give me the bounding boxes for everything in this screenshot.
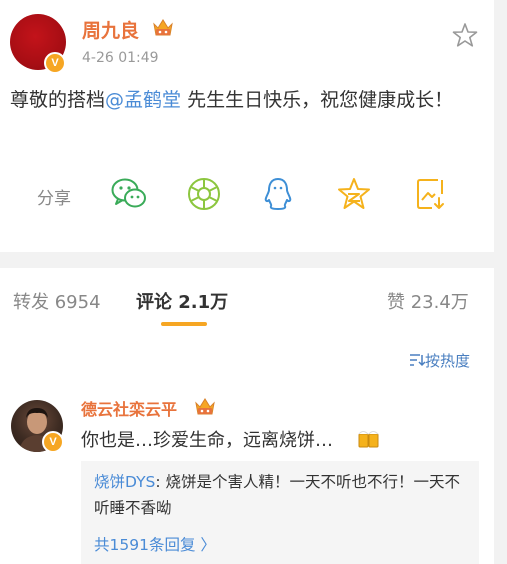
tab-repost[interactable]: 转发 6954 [13, 288, 101, 314]
wechat-icon[interactable] [110, 176, 148, 212]
tab-like[interactable]: 赞 23.4万 [387, 288, 469, 314]
share-label: 分享 [37, 189, 71, 209]
interaction-tabs: 转发 6954 评论 2.1万 赞 23.4万 [0, 268, 494, 328]
post-timestamp: 4-26 01:49 [82, 50, 159, 66]
beer-emoji-icon [358, 431, 379, 448]
sort-icon [410, 354, 426, 367]
sort-button[interactable]: 按热度 [409, 350, 470, 371]
sort-label: 按热度 [425, 352, 471, 370]
weibo-post-card: V 周九良 4-26 01:49 尊敬的搭档@孟鹤堂 先生生日快乐，祝您健康成长… [0, 0, 494, 252]
reply-preview: 烧饼DYS: 烧饼是个害人精！一天不听也不行！一天不听睡不香呦 [94, 469, 474, 521]
commenter-name[interactable]: 德云社栾云平 [81, 396, 177, 420]
member-crown-icon [153, 19, 173, 36]
qq-icon[interactable] [262, 176, 294, 212]
moments-icon[interactable] [186, 176, 222, 212]
mention-link[interactable]: @孟鹤堂 [105, 89, 181, 111]
view-replies-link[interactable]: 共1591条回复 〉 [94, 533, 216, 555]
tab-comment[interactable]: 评论 2.1万 [136, 288, 228, 314]
comments-card: 转发 6954 评论 2.1万 赞 23.4万 按热度 V 德云社栾云平 你也是… [0, 268, 494, 564]
active-tab-indicator [161, 322, 207, 326]
post-body: 尊敬的搭档@孟鹤堂 先生生日快乐，祝您健康成长！ [10, 84, 480, 116]
verified-badge-icon: V [44, 52, 66, 74]
comment-text: 你也是…珍爱生命，远离烧饼… [81, 430, 333, 451]
qzone-icon[interactable] [336, 176, 372, 212]
author-name[interactable]: 周九良 [82, 16, 139, 43]
post-text-before: 尊敬的搭档 [10, 89, 106, 111]
member-crown-icon [195, 398, 215, 415]
save-image-icon[interactable] [414, 176, 448, 212]
reply-username[interactable]: 烧饼DYS [94, 473, 155, 491]
reply-preview-box[interactable]: 烧饼DYS: 烧饼是个害人精！一天不听也不行！一天不听睡不香呦 共1591条回复… [81, 461, 479, 564]
favorite-star-icon[interactable] [452, 22, 478, 48]
verified-badge-icon: V [42, 431, 64, 453]
post-text-after: 先生生日快乐，祝您健康成长！ [181, 89, 454, 111]
